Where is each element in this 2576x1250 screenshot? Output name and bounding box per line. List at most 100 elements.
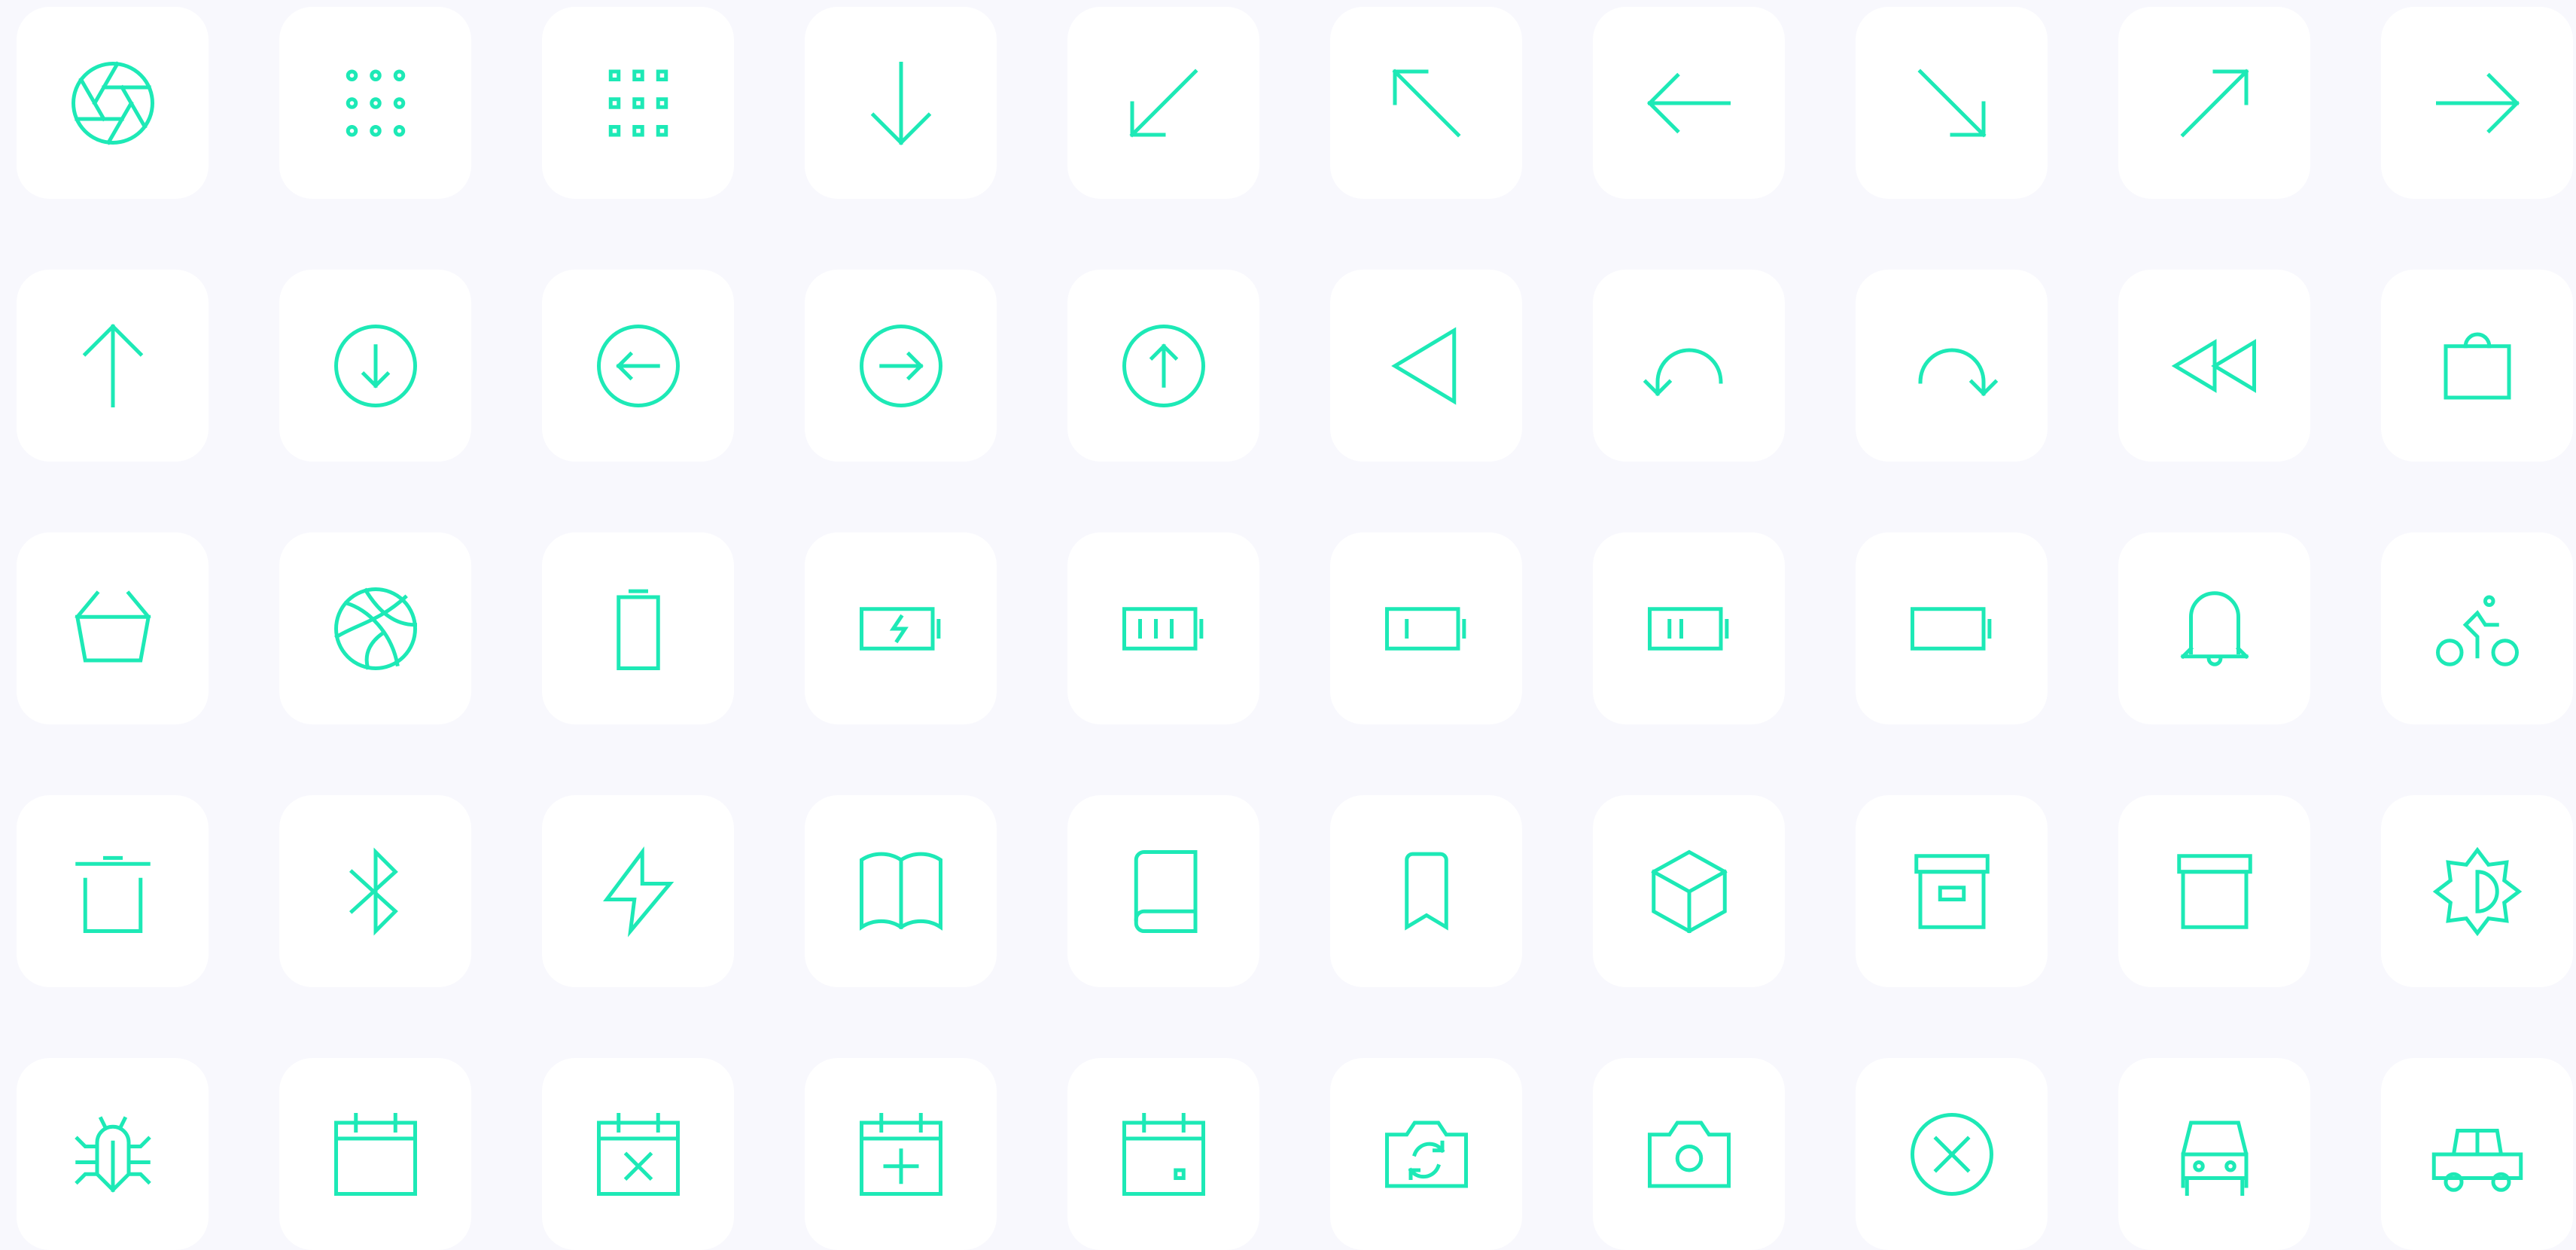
icon-tile[interactable] <box>1593 7 1785 199</box>
camera-icon <box>1647 1120 1731 1188</box>
icon-tile[interactable] <box>279 795 471 987</box>
arrow-down-icon <box>870 61 931 145</box>
arrow-left-circle-icon <box>596 324 680 407</box>
bell-icon <box>2179 590 2249 666</box>
icon-tile[interactable] <box>805 795 997 987</box>
icon-tile[interactable] <box>279 532 471 724</box>
archive-icon <box>2176 853 2252 929</box>
icon-tile[interactable] <box>1856 532 2048 724</box>
icon-tile[interactable] <box>1856 795 2048 987</box>
icon-tile[interactable] <box>2381 795 2573 987</box>
arrow-up-right-icon <box>2179 68 2249 138</box>
icon-tile[interactable] <box>1330 270 1522 462</box>
battery-low-icon <box>1384 606 1466 651</box>
icon-tile[interactable] <box>1856 270 2048 462</box>
calendar-add-icon <box>859 1112 942 1196</box>
icon-tile[interactable] <box>17 270 209 462</box>
icon-grid <box>17 7 2573 1250</box>
brightness-icon <box>2432 846 2522 936</box>
arrow-up-left-icon <box>1391 68 1461 138</box>
battery-charging-icon <box>859 606 940 651</box>
icon-tile[interactable] <box>1593 270 1785 462</box>
icon-tile[interactable] <box>2118 795 2310 987</box>
icon-tile[interactable] <box>1067 7 1259 199</box>
close-circle-icon <box>1910 1112 1993 1196</box>
icon-tile[interactable] <box>542 270 734 462</box>
arrow-up-icon <box>82 323 143 407</box>
icon-tile[interactable] <box>1593 795 1785 987</box>
triangle-left-icon <box>1390 326 1456 405</box>
calendar-icon <box>333 1112 417 1196</box>
icon-tile[interactable] <box>1330 795 1522 987</box>
icon-tile[interactable] <box>542 795 734 987</box>
icon-tile[interactable] <box>1330 1058 1522 1250</box>
box-icon <box>1650 849 1728 933</box>
icon-tile[interactable] <box>17 1058 209 1250</box>
battery-half-icon <box>1647 606 1728 651</box>
icon-tile[interactable] <box>1330 7 1522 199</box>
icon-tile[interactable] <box>1856 1058 2048 1250</box>
icon-tile[interactable] <box>1067 1058 1259 1250</box>
bookmark-icon <box>1404 852 1448 931</box>
battery-empty-icon <box>1910 606 1991 651</box>
calendar-event-icon <box>1122 1112 1205 1196</box>
squares-grid-icon <box>608 69 668 136</box>
basketball-icon <box>333 587 417 670</box>
icon-tile[interactable] <box>1067 270 1259 462</box>
calendar-remove-icon <box>596 1112 680 1196</box>
arrow-right-circle-icon <box>859 324 942 407</box>
bug-icon <box>74 1115 151 1193</box>
icon-tile[interactable] <box>805 7 997 199</box>
taxi-icon <box>2431 1128 2523 1192</box>
icon-tile[interactable] <box>542 532 734 724</box>
icon-tile[interactable] <box>1856 7 2048 199</box>
icon-tile[interactable] <box>279 7 471 199</box>
icon-tile[interactable] <box>2381 1058 2573 1250</box>
icon-tile[interactable] <box>2118 1058 2310 1250</box>
icon-tile[interactable] <box>17 795 209 987</box>
archive-box-icon <box>1914 853 1990 929</box>
icon-tile[interactable] <box>17 532 209 724</box>
battery-full-icon <box>1122 606 1203 651</box>
icon-tile[interactable] <box>1067 532 1259 724</box>
icon-tile[interactable] <box>1593 532 1785 724</box>
arrow-up-circle-icon <box>1122 324 1205 407</box>
icon-tile[interactable] <box>1330 532 1522 724</box>
arrow-down-right-icon <box>1917 68 1987 138</box>
arrow-down-circle-icon <box>333 324 417 407</box>
rewind-icon <box>2171 338 2256 393</box>
arrow-right-icon <box>2435 72 2520 133</box>
icon-tile[interactable] <box>542 7 734 199</box>
bluetooth-icon <box>349 846 398 936</box>
icon-tile[interactable] <box>1067 795 1259 987</box>
icon-tile[interactable] <box>805 270 997 462</box>
icon-tile[interactable] <box>542 1058 734 1250</box>
aperture-icon <box>71 60 154 145</box>
dots-grid-icon <box>346 69 405 136</box>
shopping-bag-icon <box>2444 332 2511 399</box>
icon-tile[interactable] <box>17 7 209 199</box>
camera-rotate-icon <box>1384 1120 1468 1188</box>
bicycle-icon <box>2435 595 2519 666</box>
book-open-icon <box>859 852 942 931</box>
icon-tile[interactable] <box>2381 270 2573 462</box>
icon-tile[interactable] <box>279 1058 471 1250</box>
trash-icon <box>75 855 151 933</box>
icon-tile[interactable] <box>805 532 997 724</box>
icon-tile[interactable] <box>2118 532 2310 724</box>
car-icon <box>2181 1120 2248 1196</box>
undo-icon <box>1643 348 1722 396</box>
icon-tile[interactable] <box>2118 270 2310 462</box>
icon-tile[interactable] <box>2381 7 2573 199</box>
book-icon <box>1134 849 1197 933</box>
icon-tile[interactable] <box>2118 7 2310 199</box>
battery-empty-vertical-icon <box>616 589 660 670</box>
icon-tile[interactable] <box>279 270 471 462</box>
icon-tile[interactable] <box>1593 1058 1785 1250</box>
icon-tile[interactable] <box>2381 532 2573 724</box>
redo-icon <box>1918 348 1998 396</box>
icon-tile[interactable] <box>805 1058 997 1250</box>
arrow-left-icon <box>1646 72 1731 133</box>
arrow-down-left-icon <box>1128 68 1198 138</box>
lightning-icon <box>602 846 674 938</box>
